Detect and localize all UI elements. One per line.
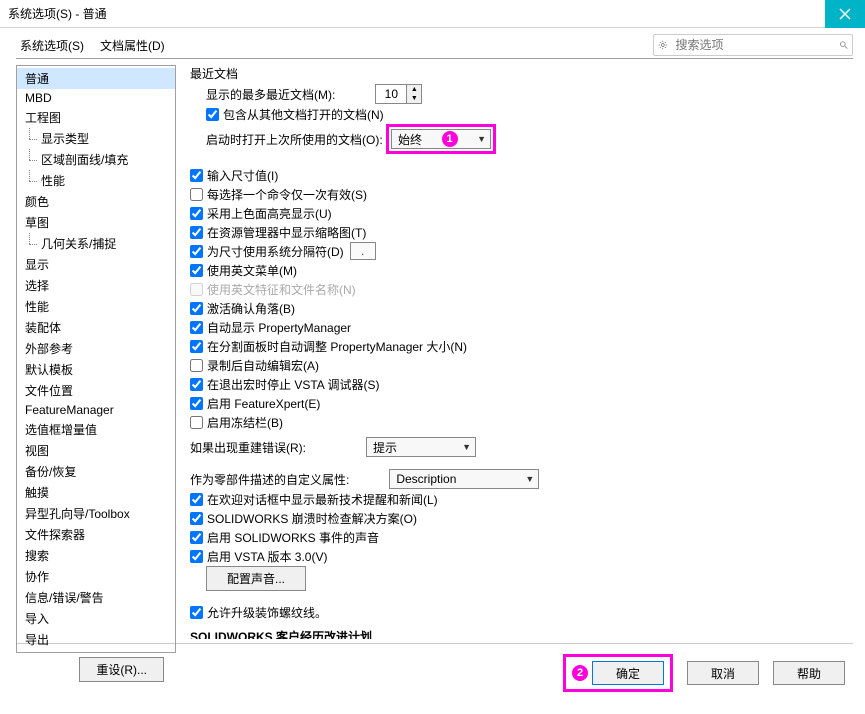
- sidebar-item-7[interactable]: 草图: [17, 212, 175, 233]
- close-icon: [839, 8, 851, 20]
- sidebar-item-24[interactable]: 协作: [17, 566, 175, 587]
- chevron-down-icon: ▼: [462, 442, 471, 452]
- enable-fx-check[interactable]: 启用 FeatureXpert(E): [190, 395, 320, 412]
- custom-prop-label: 作为零部件描述的自定义属性:: [190, 471, 349, 488]
- sidebar-item-10[interactable]: 选择: [17, 275, 175, 296]
- confirm-corner-check[interactable]: 激活确认角落(B): [190, 300, 295, 317]
- sidebar-item-25[interactable]: 信息/错误/警告: [17, 587, 175, 608]
- highlight-2: 2 确定: [563, 654, 673, 692]
- auto-edit-macro-check[interactable]: 录制后自动编辑宏(A): [190, 357, 319, 374]
- open-last-label: 启动时打开上次所使用的文档(O):: [206, 131, 383, 148]
- sw-sounds-check[interactable]: 启用 SOLIDWORKS 事件的声音: [190, 529, 379, 546]
- sidebar-item-15[interactable]: 文件位置: [17, 380, 175, 401]
- sidebar-item-11[interactable]: 性能: [17, 296, 175, 317]
- sw-crash-check[interactable]: SOLIDWORKS 崩溃时检查解决方案(O): [190, 510, 417, 527]
- system-sep-check[interactable]: 为尺寸使用系统分隔符(D): [190, 243, 344, 260]
- sidebar-item-19[interactable]: 备份/恢复: [17, 461, 175, 482]
- close-button[interactable]: [825, 0, 865, 28]
- help-button[interactable]: 帮助: [773, 661, 845, 685]
- options-panel: 最近文档 显示的最多最近文档(M): ▲▼ 包含从其他文档打开的文档(N) 启动…: [186, 65, 853, 639]
- allow-cosmetic-check[interactable]: 允许升级装饰螺纹线。: [190, 604, 327, 621]
- chevron-down-icon: ▼: [525, 474, 534, 484]
- sidebar-item-20[interactable]: 触摸: [17, 482, 175, 503]
- open-last-combo[interactable]: 始终 1 ▼: [391, 129, 491, 149]
- config-sound-button[interactable]: 配置声音...: [206, 566, 306, 591]
- marker-1: 1: [442, 131, 458, 147]
- sidebar-item-0[interactable]: 普通: [17, 68, 175, 89]
- explorer-thumbs-check[interactable]: 在资源管理器中显示缩略图(T): [190, 224, 366, 241]
- custom-prop-combo[interactable]: Description ▼: [389, 469, 539, 489]
- sidebar-item-21[interactable]: 异型孔向导/Toolbox: [17, 503, 175, 524]
- input-dim-check[interactable]: 输入尺寸值(I): [190, 167, 278, 184]
- welcome-news-check[interactable]: 在欢迎对话框中显示最新技术提醒和新闻(L): [190, 491, 438, 508]
- sidebar-item-23[interactable]: 搜索: [17, 545, 175, 566]
- options-tree[interactable]: 普通MBD工程图显示类型区域剖面线/填充性能颜色草图几何关系/捕捉显示选择性能装…: [16, 65, 176, 653]
- sidebar-item-26[interactable]: 导入: [17, 608, 175, 629]
- rebuild-error-combo[interactable]: 提示 ▼: [366, 437, 476, 457]
- sidebar-item-27[interactable]: 导出: [17, 629, 175, 650]
- sidebar-item-16[interactable]: FeatureManager: [17, 401, 175, 419]
- marker-2: 2: [572, 665, 588, 681]
- auto-pm-size-check[interactable]: 在分割面板时自动调整 PropertyManager 大小(N): [190, 338, 467, 355]
- spinner-down[interactable]: ▼: [407, 94, 421, 103]
- sidebar-item-17[interactable]: 选值框增量值: [17, 419, 175, 440]
- english-menu-check[interactable]: 使用英文菜单(M): [190, 262, 297, 279]
- chevron-down-icon: ▼: [477, 134, 486, 144]
- sidebar-item-6[interactable]: 颜色: [17, 191, 175, 212]
- search-icon: [839, 37, 849, 53]
- window-title: 系统选项(S) - 普通: [8, 5, 107, 22]
- max-recent-label: 显示的最多最近文档(M):: [206, 86, 335, 103]
- sidebar-item-12[interactable]: 装配体: [17, 317, 175, 338]
- cancel-button[interactable]: 取消: [687, 661, 759, 685]
- sidebar-item-4[interactable]: 区域剖面线/填充: [17, 149, 175, 170]
- search-input[interactable]: [672, 38, 835, 52]
- single-cmd-check[interactable]: 每选择一个命令仅一次有效(S): [190, 186, 367, 203]
- reset-button[interactable]: 重设(R)...: [79, 657, 164, 682]
- auto-pm-check[interactable]: 自动显示 PropertyManager: [190, 319, 351, 336]
- sidebar-item-2[interactable]: 工程图: [17, 107, 175, 128]
- sidebar-item-1[interactable]: MBD: [17, 89, 175, 107]
- cep-title: SOLIDWORKS 客户经历改进计划: [190, 627, 849, 639]
- stop-vsta-check[interactable]: 在退出宏时停止 VSTA 调试器(S): [190, 376, 379, 393]
- max-recent-spinner[interactable]: ▲▼: [375, 84, 422, 104]
- search-options[interactable]: [653, 34, 853, 56]
- include-other-docs-check[interactable]: 包含从其他文档打开的文档(N): [206, 106, 384, 123]
- sidebar-item-8[interactable]: 几何关系/捕捉: [17, 233, 175, 254]
- english-feat-check: 使用英文特征和文件名称(N): [190, 281, 356, 298]
- sidebar-item-22[interactable]: 文件探索器: [17, 524, 175, 545]
- ok-button[interactable]: 确定: [592, 661, 664, 685]
- gear-icon: [658, 37, 668, 53]
- recent-docs-group: 最近文档: [190, 65, 849, 82]
- freeze-bar-check[interactable]: 启用冻结栏(B): [190, 414, 283, 431]
- rebuild-error-label: 如果出现重建错误(R):: [190, 439, 306, 456]
- max-recent-input[interactable]: [376, 85, 406, 103]
- highlight-1: 始终 1 ▼: [386, 124, 496, 154]
- sidebar-item-3[interactable]: 显示类型: [17, 128, 175, 149]
- sidebar-item-5[interactable]: 性能: [17, 170, 175, 191]
- sidebar-item-13[interactable]: 外部参考: [17, 338, 175, 359]
- shaded-highlight-check[interactable]: 采用上色面高亮显示(U): [190, 205, 332, 222]
- spinner-up[interactable]: ▲: [407, 85, 421, 94]
- tab-document-properties[interactable]: 文档属性(D): [96, 33, 169, 58]
- sidebar-item-9[interactable]: 显示: [17, 254, 175, 275]
- separator-field[interactable]: [350, 242, 376, 260]
- vsta3-check[interactable]: 启用 VSTA 版本 3.0(V): [190, 548, 327, 565]
- tab-system-options[interactable]: 系统选项(S): [16, 33, 88, 58]
- sidebar-item-18[interactable]: 视图: [17, 440, 175, 461]
- tab-bar: 系统选项(S) 文档属性(D): [16, 33, 169, 58]
- sidebar-item-14[interactable]: 默认模板: [17, 359, 175, 380]
